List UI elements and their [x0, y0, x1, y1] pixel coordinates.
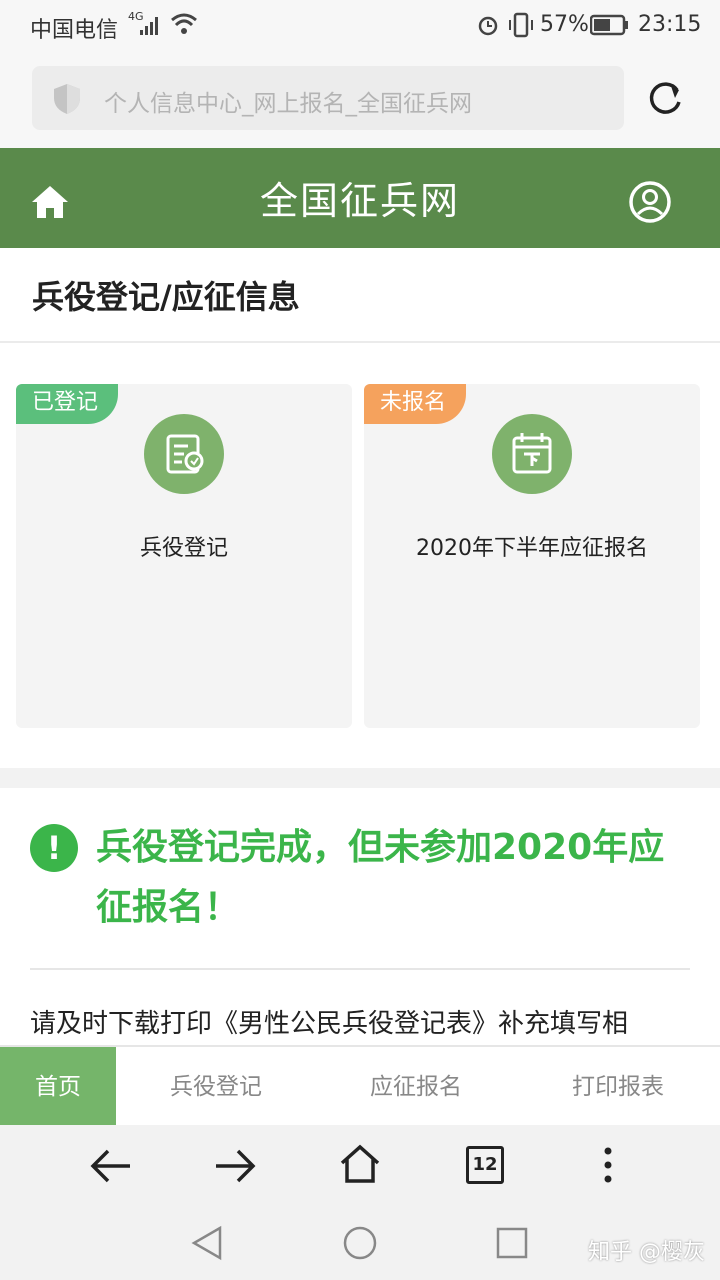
home-icon[interactable]: [338, 1143, 382, 1185]
tab-print-report[interactable]: 打印报表: [516, 1047, 720, 1127]
exclamation-icon: !: [30, 824, 78, 872]
section-separator: [0, 768, 720, 788]
user-icon[interactable]: [628, 180, 672, 224]
battery-percent: 57%: [540, 12, 589, 37]
more-menu-icon[interactable]: [600, 1145, 616, 1189]
tab-military-registration[interactable]: 兵役登记: [116, 1047, 316, 1127]
status-bar: 中国电信 4G 57% 23:15: [0, 0, 720, 50]
watermark: 知乎 @樱灰: [588, 1240, 705, 1265]
url-field[interactable]: 个人信息中心_网上报名_全国征兵网: [32, 66, 624, 130]
site-bottom-tabs: 首页 兵役登记 应征报名 打印报表: [0, 1045, 720, 1127]
alarm-icon: [478, 16, 498, 36]
system-recents-icon[interactable]: [496, 1227, 528, 1259]
card-military-registration[interactable]: 已登记 兵役登记: [16, 384, 352, 728]
site-title: 全国征兵网: [259, 179, 460, 223]
browser-nav-bar: 12: [0, 1125, 720, 1205]
tab-home[interactable]: 首页: [0, 1047, 116, 1127]
system-nav-bar: 知乎 @樱灰: [0, 1205, 720, 1280]
calendar-down-icon: [492, 414, 572, 494]
site-header: 全国征兵网: [0, 148, 720, 248]
page-title: 兵役登记/应征信息: [32, 278, 300, 316]
tab-count-button[interactable]: 12: [466, 1146, 504, 1184]
status-badge-not-applied: 未报名: [364, 384, 467, 424]
battery-icon: [590, 14, 628, 36]
tab-enlistment-application[interactable]: 应征报名: [316, 1047, 516, 1127]
clock: 23:15: [638, 12, 702, 37]
card-enlistment-application[interactable]: 未报名 2020年下半年应征报名: [364, 384, 700, 728]
forward-arrow-icon[interactable]: [214, 1147, 256, 1185]
card-label: 兵役登记: [139, 536, 228, 561]
carrier-label: 中国电信: [30, 18, 119, 43]
status-badge-registered: 已登记: [16, 384, 119, 424]
signal-icon: [140, 17, 158, 35]
system-home-icon[interactable]: [342, 1225, 378, 1261]
divider: [30, 968, 690, 970]
refresh-icon[interactable]: [644, 78, 686, 120]
browser-address-bar: 个人信息中心_网上报名_全国征兵网: [0, 50, 720, 148]
vibrate-icon: [509, 12, 533, 38]
instruction-text: 请及时下载打印《男性公民兵役登记表》补充填写相: [30, 1009, 629, 1039]
registration-form-icon: [144, 414, 224, 494]
system-back-icon[interactable]: [190, 1225, 224, 1261]
url-text: 个人信息中心_网上报名_全国征兵网: [104, 91, 472, 117]
notice-message: 兵役登记完成，但未参加2020年应征报名！: [96, 827, 665, 928]
wifi-icon: [171, 13, 197, 34]
back-arrow-icon[interactable]: [90, 1147, 132, 1185]
divider: [0, 341, 720, 343]
shield-icon: [54, 84, 80, 114]
card-label: 2020年下半年应征报名: [416, 536, 648, 561]
